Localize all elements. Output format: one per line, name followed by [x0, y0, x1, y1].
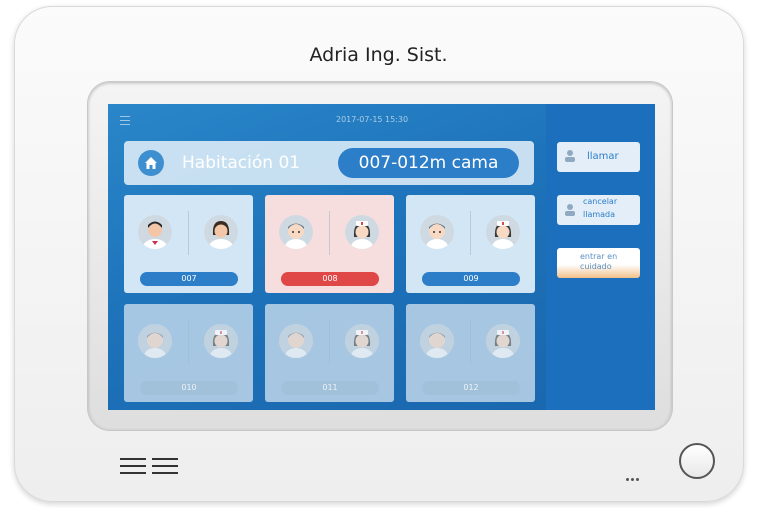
bed-card-008[interactable]: 008 [265, 195, 394, 293]
bed-card-011[interactable]: 011 [265, 304, 394, 402]
bed-label: 009 [422, 272, 520, 286]
bed-card-007[interactable]: 007 [124, 195, 253, 293]
nurse-icon [486, 324, 520, 358]
bed-label: 011 [281, 381, 379, 395]
person-icon [565, 150, 575, 162]
care-label-line2: cuidado [580, 262, 612, 271]
action-sidebar: llamar cancelar llamada entrar en cuidad… [546, 104, 655, 410]
bed-card-009[interactable]: 009 [406, 195, 535, 293]
card-divider [470, 211, 471, 255]
nurse-icon [486, 215, 520, 249]
nurse-icon [204, 324, 238, 358]
card-divider [329, 211, 330, 255]
nurse-icon [345, 324, 379, 358]
cancel-label-line1: cancelar [583, 197, 618, 206]
room-name: Habitación 01 [182, 153, 301, 173]
call-label: llamar [587, 151, 619, 162]
bed-card-010[interactable]: 010 [124, 304, 253, 402]
datetime: 2017-07-15 15:30 [336, 115, 409, 124]
bed-label: 010 [140, 381, 238, 395]
cancel-call-button[interactable]: cancelar llamada [557, 195, 640, 225]
bed-label: 007 [140, 272, 238, 286]
touch-screen: 2017-07-15 15:30 ✱●≈▮ Habitación 01 007-… [108, 104, 655, 410]
speaker-grille [120, 458, 178, 479]
card-divider [188, 211, 189, 255]
physical-home-button[interactable] [679, 443, 715, 479]
patient-icon [420, 324, 454, 358]
call-button[interactable]: llamar [557, 142, 640, 172]
doctor-male-icon [138, 215, 172, 249]
card-divider [188, 320, 189, 364]
cancel-label-line2: llamada [583, 210, 616, 219]
card-divider [470, 320, 471, 364]
enter-care-button[interactable]: entrar en cuidado [557, 248, 640, 278]
bed-label: 008 [281, 272, 379, 286]
care-label-line1: entrar en [580, 252, 618, 261]
brand-label: Adria Ing. Sist. [309, 44, 448, 66]
patient-icon [279, 324, 313, 358]
card-divider [329, 320, 330, 364]
doctor-female-icon [204, 215, 238, 249]
person-icon [565, 204, 575, 216]
menu-icon[interactable] [120, 116, 130, 125]
patient-icon [420, 215, 454, 249]
room-header: Habitación 01 007-012m cama [124, 141, 534, 185]
nurse-icon [345, 215, 379, 249]
patient-icon [279, 215, 313, 249]
bed-range-badge[interactable]: 007-012m cama [338, 148, 519, 178]
sensor-icon [626, 466, 642, 481]
bed-card-012[interactable]: 012 [406, 304, 535, 402]
bed-label: 012 [422, 381, 520, 395]
home-icon[interactable] [138, 150, 164, 176]
patient-icon [138, 324, 172, 358]
